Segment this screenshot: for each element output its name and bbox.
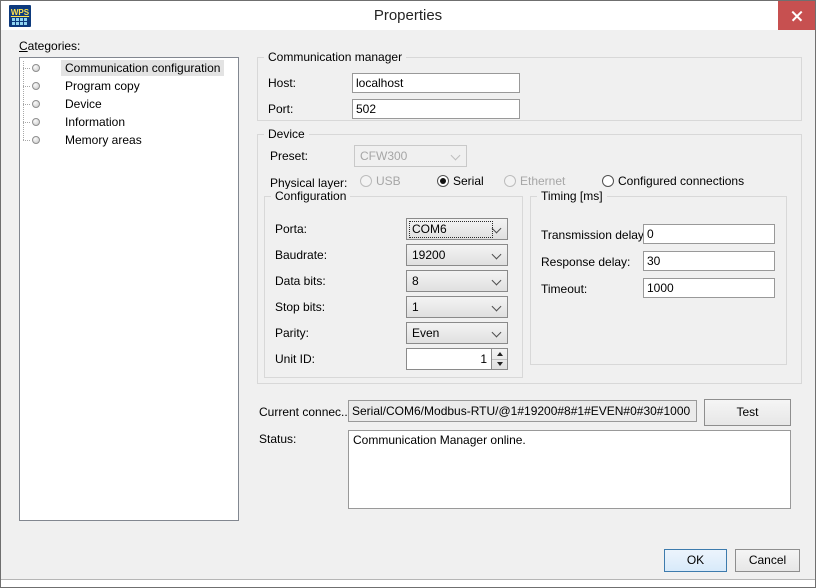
group-title: Device [264,127,309,141]
port-input[interactable] [352,99,520,119]
radio-icon [360,175,372,187]
timeout-label: Timeout: [541,282,587,296]
porta-label: Porta: [275,222,307,236]
data-bits-label: Data bits: [275,274,326,288]
tree-item-device[interactable]: Device [20,95,238,113]
baudrate-label: Baudrate: [275,248,327,262]
preset-combo: CFW300 [354,145,467,167]
configuration-group: Configuration Porta: COM6 Baudrate: 1920… [264,196,523,378]
radio-icon [504,175,516,187]
physical-layer-label: Physical layer: [270,176,347,190]
tree-item-program-copy[interactable]: Program copy [20,77,238,95]
properties-dialog: WPS Properties Categories: Communication… [0,0,816,588]
stop-bits-combo[interactable]: 1 [406,296,508,318]
stop-bits-label: Stop bits: [275,300,325,314]
unit-id-stepper[interactable]: 1 [406,348,508,370]
chevron-down-icon [492,276,502,286]
transmission-delay-label: Transmission delay: [541,228,647,242]
chevron-down-icon [492,250,502,260]
baudrate-combo[interactable]: 19200 [406,244,508,266]
data-bits-combo[interactable]: 8 [406,270,508,292]
chevron-down-icon [492,224,502,234]
focus-rect [409,221,493,238]
tree-node-icon [32,118,40,126]
device-group: Device Preset: CFW300 Physical layer: US… [257,134,802,384]
response-delay-input[interactable] [643,251,775,271]
chevron-down-icon [451,151,461,161]
chevron-down-icon [492,302,502,312]
title-bar: WPS Properties [1,1,815,30]
porta-combo[interactable]: COM6 [406,218,508,240]
host-input[interactable] [352,73,520,93]
host-label: Host: [268,76,296,90]
unit-id-label: Unit ID: [275,352,315,366]
tree-item-memory-areas[interactable]: Memory areas [20,131,238,149]
tree-node-icon [32,100,40,108]
window-title: Properties [1,1,815,30]
cancel-button[interactable]: Cancel [735,549,800,572]
test-button[interactable]: Test [704,399,791,426]
group-title: Communication manager [264,50,406,64]
transmission-delay-input[interactable] [643,224,775,244]
parity-label: Parity: [275,326,309,340]
tree-node-icon [32,64,40,72]
chevron-down-icon [492,328,502,338]
radio-selected-icon [437,175,449,187]
communication-manager-group: Communication manager Host: Port: [257,57,802,121]
categories-tree: Communication configuration Program copy… [19,57,239,521]
parity-combo[interactable]: Even [406,322,508,344]
categories-label: Categories: [19,39,80,53]
arrow-up-icon [497,352,503,356]
timeout-input[interactable] [643,278,775,298]
current-connection-value: Serial/COM6/Modbus-RTU/@1#19200#8#1#EVEN… [348,400,697,422]
arrow-down-icon [497,362,503,366]
response-delay-label: Response delay: [541,255,630,269]
tree-item-communication-configuration[interactable]: Communication configuration [20,59,238,77]
status-output: Communication Manager online. [348,430,791,509]
status-label: Status: [259,432,296,446]
spin-down-button[interactable] [492,359,507,369]
radio-icon [602,175,614,187]
group-title: Configuration [271,189,350,203]
current-connection-label: Current connec... [259,405,351,419]
tree-node-icon [32,136,40,144]
group-title: Timing [ms] [537,189,607,203]
timing-group: Timing [ms] Transmission delay: Response… [530,196,787,365]
tree-item-information[interactable]: Information [20,113,238,131]
tree-node-icon [32,82,40,90]
preset-label: Preset: [270,149,308,163]
ok-button[interactable]: OK [664,549,727,572]
window-bottom-frame [1,579,815,587]
close-button[interactable] [778,1,815,30]
port-label: Port: [268,102,293,116]
